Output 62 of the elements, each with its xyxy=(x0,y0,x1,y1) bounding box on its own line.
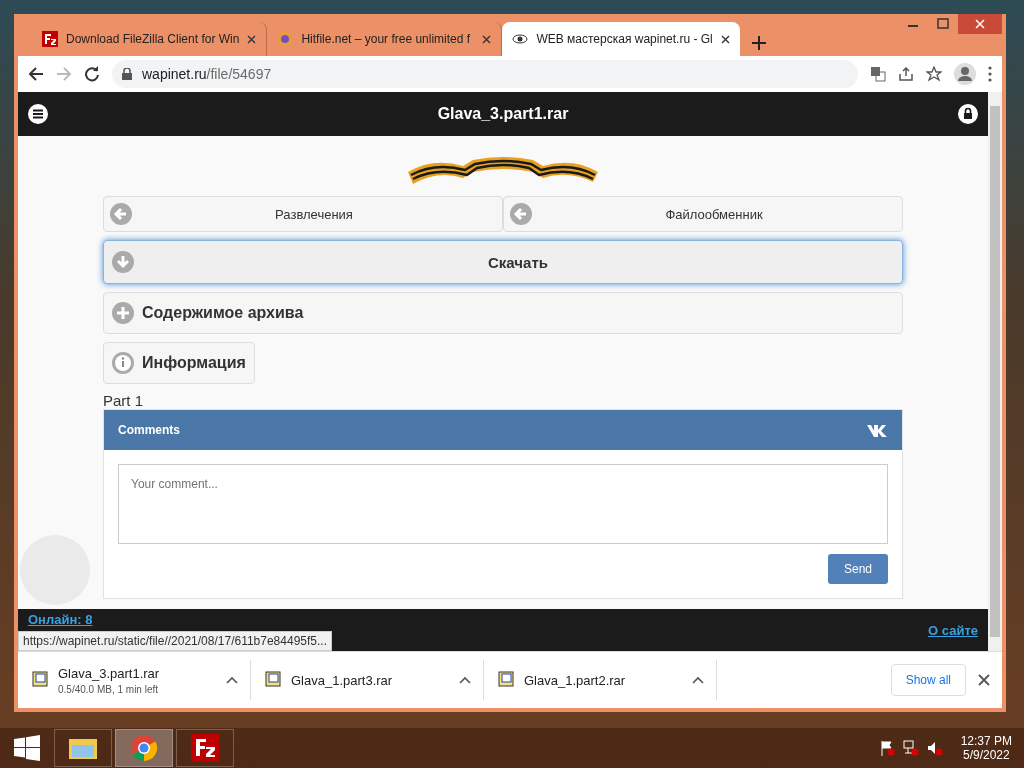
section-button[interactable]: Информация xyxy=(103,342,255,384)
url-text: wapinet.ru/file/54697 xyxy=(142,66,272,82)
download-name: Glava_1.part2.rar xyxy=(524,672,627,688)
eye-icon xyxy=(512,33,529,45)
caret-icon[interactable] xyxy=(692,676,704,684)
section-button[interactable]: Скачать xyxy=(103,240,903,284)
browser-tab[interactable]: WEB мастерская wapinet.ru - Gl xyxy=(502,22,740,56)
send-button[interactable]: Send xyxy=(828,554,888,584)
breadcrumb-link[interactable]: Файлообменник xyxy=(503,196,903,232)
network-icon[interactable] xyxy=(902,740,919,756)
download-item[interactable]: Glava_1.part3.rar xyxy=(251,660,484,700)
archive-icon xyxy=(263,671,281,689)
clock-date: 5/9/2022 xyxy=(962,748,1010,762)
colorful-circle-icon xyxy=(277,31,294,47)
download-name: Glava_1.part3.rar xyxy=(291,672,394,688)
close-icon[interactable] xyxy=(482,34,492,44)
lock-icon xyxy=(122,68,132,80)
caret-icon[interactable] xyxy=(459,676,471,684)
share-icon[interactable] xyxy=(898,66,914,82)
taskbar-app[interactable] xyxy=(54,729,112,767)
download-status: 0.5/40.0 MB, 1 min left xyxy=(58,683,160,695)
info-icon xyxy=(112,352,134,374)
star-icon[interactable] xyxy=(926,66,942,82)
profile-icon[interactable] xyxy=(954,63,976,85)
flag-icon[interactable] xyxy=(878,740,895,756)
lock-icon[interactable] xyxy=(958,104,978,124)
caret-icon[interactable] xyxy=(226,676,238,684)
reload-icon[interactable] xyxy=(84,66,100,82)
close-icon[interactable] xyxy=(978,674,990,686)
address-bar[interactable]: wapinet.ru/file/54697 xyxy=(112,60,858,88)
back-icon[interactable] xyxy=(28,66,44,82)
download-item[interactable]: Glava_3.part1.rar 0.5/40.0 MB, 1 min left xyxy=(18,660,251,700)
taskbar-app[interactable] xyxy=(176,729,234,767)
chrome-icon xyxy=(130,734,158,762)
archive-icon xyxy=(30,671,48,689)
archive-icon xyxy=(496,671,514,689)
vk-icon xyxy=(866,423,888,437)
speaker-muted-icon[interactable] xyxy=(926,740,943,756)
plus-icon xyxy=(112,302,134,324)
close-icon[interactable] xyxy=(247,34,257,44)
menu-icon[interactable] xyxy=(988,66,992,82)
part-label: Part 1 xyxy=(103,392,145,409)
filezilla-icon xyxy=(191,734,219,762)
about-link[interactable]: О сайте xyxy=(928,622,978,638)
comment-field[interactable]: Your comment... xyxy=(118,464,888,544)
section-button[interactable]: Содержимое архива xyxy=(103,292,903,334)
filezilla-icon xyxy=(42,31,58,47)
close-icon[interactable] xyxy=(720,34,730,44)
menu-icon[interactable] xyxy=(28,104,48,124)
new-tab-icon[interactable] xyxy=(751,36,766,50)
download-name: Glava_3.part1.rar xyxy=(58,665,161,681)
translate-icon[interactable] xyxy=(870,66,886,82)
online-link[interactable]: Онлайн: 8 xyxy=(28,612,93,627)
clock-time: 12:37 PM xyxy=(960,734,1012,748)
page-title: Glava_3.part1.rar xyxy=(437,105,569,123)
windows-logo-icon[interactable] xyxy=(14,735,40,761)
show-all-button[interactable]: Show all xyxy=(890,664,966,696)
download-item[interactable]: Glava_1.part2.rar xyxy=(484,660,717,700)
breadcrumb-link[interactable]: Развлечения xyxy=(103,196,503,232)
comments-title: Comments xyxy=(118,423,180,437)
status-url-tooltip: https://wapinet.ru/static/file//2021/08/17/611b7e84495f5... xyxy=(18,631,332,651)
clock[interactable]: 12:37 PM 5/9/2022 xyxy=(960,734,1012,762)
